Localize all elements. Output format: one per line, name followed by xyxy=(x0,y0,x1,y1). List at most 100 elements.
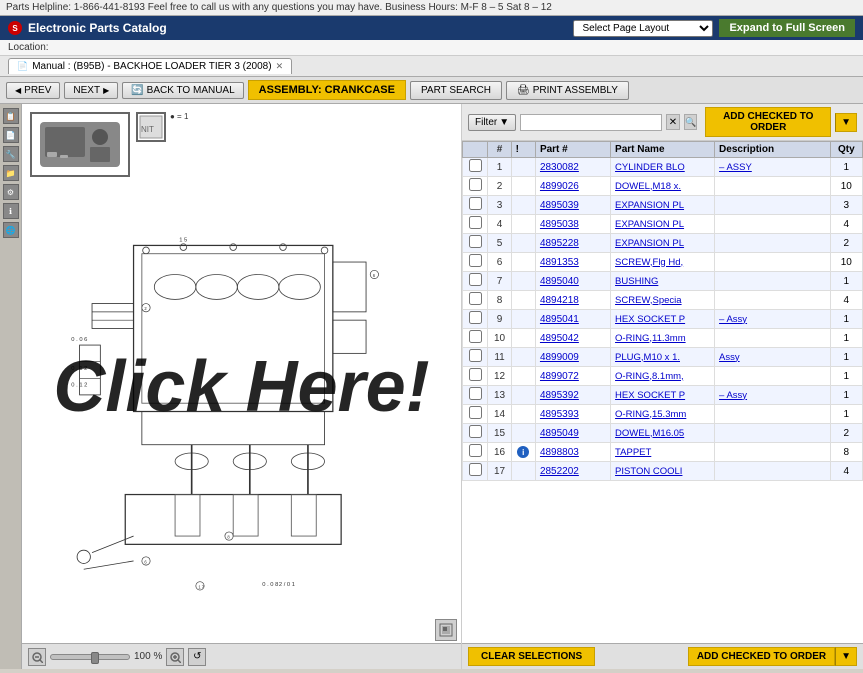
info-icon[interactable]: i xyxy=(517,446,529,458)
back-icon: 🔄 xyxy=(131,85,143,96)
sidebar-icon-7[interactable]: 🌐 xyxy=(3,222,19,238)
row-qty: 1 xyxy=(830,158,862,177)
row-num: 17 xyxy=(488,462,511,481)
row-checkbox[interactable] xyxy=(469,387,482,400)
row-checkbox[interactable] xyxy=(469,159,482,172)
part-num-link[interactable]: 4899072 xyxy=(540,371,579,382)
row-qty: 1 xyxy=(830,272,862,291)
row-checkbox[interactable] xyxy=(469,292,482,305)
part-num-link[interactable]: 4895038 xyxy=(540,219,579,230)
description-link[interactable]: – ASSY xyxy=(719,162,752,173)
part-name-link[interactable]: O-RING,11.3mm xyxy=(615,333,686,344)
row-checkbox[interactable] xyxy=(469,406,482,419)
description-link[interactable]: – Assy xyxy=(719,390,747,401)
part-name-link[interactable]: EXPANSION PL xyxy=(615,200,684,211)
row-qty: 2 xyxy=(830,234,862,253)
row-checkbox[interactable] xyxy=(469,463,482,476)
row-checkbox[interactable] xyxy=(469,273,482,286)
next-button[interactable]: NEXT xyxy=(64,82,118,99)
prev-button[interactable]: PREV xyxy=(6,82,60,99)
row-checkbox[interactable] xyxy=(469,444,482,457)
row-qty: 10 xyxy=(830,253,862,272)
part-name-link[interactable]: SCREW,Flg Hd, xyxy=(615,257,683,268)
row-part-num: 4895049 xyxy=(535,424,610,443)
add-checked-to-order-button[interactable]: ADD CHECKED TO ORDER xyxy=(705,107,831,137)
part-name-link[interactable]: HEX SOCKET P xyxy=(615,390,685,401)
part-name-link[interactable]: PLUG,M10 x 1. xyxy=(615,352,680,363)
part-num-link[interactable]: 4895042 xyxy=(540,333,579,344)
description-link[interactable]: Assy xyxy=(719,352,740,363)
row-checkbox[interactable] xyxy=(469,425,482,438)
row-checkbox[interactable] xyxy=(469,368,482,381)
part-num-link[interactable]: 4895393 xyxy=(540,409,579,420)
row-num: 13 xyxy=(488,386,511,405)
row-description: Assy xyxy=(715,348,831,367)
part-num-link[interactable]: 4895039 xyxy=(540,200,579,211)
part-num-link[interactable]: 4891353 xyxy=(540,257,579,268)
part-name-link[interactable]: DOWEL,M16.05 xyxy=(615,428,684,439)
part-num-link[interactable]: 4899026 xyxy=(540,181,579,192)
part-name-link[interactable]: SCREW,Specia xyxy=(615,295,682,306)
map-icon[interactable] xyxy=(435,619,457,641)
part-name-link[interactable]: EXPANSION PL xyxy=(615,219,684,230)
page-layout-select[interactable]: Select Page Layout xyxy=(573,20,713,37)
part-name-link[interactable]: O-RING,8.1mm, xyxy=(615,371,684,382)
part-num-link[interactable]: 4895228 xyxy=(540,238,579,249)
zoom-out-button[interactable] xyxy=(28,648,46,666)
part-num-link[interactable]: 4895049 xyxy=(540,428,579,439)
part-name-link[interactable]: O-RING,15.3mm xyxy=(615,409,686,420)
row-part-num: 4899072 xyxy=(535,367,610,386)
row-checkbox[interactable] xyxy=(469,254,482,267)
diagram-nav-refresh[interactable]: ↺ xyxy=(188,648,206,666)
row-checkbox[interactable] xyxy=(469,197,482,210)
part-name-link[interactable]: BUSHING xyxy=(615,276,658,287)
sidebar-icon-6[interactable]: ℹ xyxy=(3,203,19,219)
part-name-link[interactable]: DOWEL,M18 x. xyxy=(615,181,681,192)
sidebar-icon-2[interactable]: 📄 xyxy=(3,127,19,143)
part-name-link[interactable]: CYLINDER BLO xyxy=(615,162,685,173)
zoom-in-button[interactable] xyxy=(166,648,184,666)
part-num-link[interactable]: 4899009 xyxy=(540,352,579,363)
part-name-link[interactable]: HEX SOCKET P xyxy=(615,314,685,325)
sidebar-icon-3[interactable]: 🔧 xyxy=(3,146,19,162)
part-num-link[interactable]: 4895040 xyxy=(540,276,579,287)
part-name-link[interactable]: TAPPET xyxy=(615,447,651,458)
part-num-link[interactable]: 2852202 xyxy=(540,466,579,477)
filter-button[interactable]: Filter ▼ xyxy=(468,114,516,131)
clear-selections-button[interactable]: CLEAR SELECTIONS xyxy=(468,647,595,666)
add-checked-dropdown-button[interactable]: ▼ xyxy=(835,113,857,132)
row-checkbox[interactable] xyxy=(469,178,482,191)
add-checked-order-dropdown-bottom[interactable]: ▼ xyxy=(835,647,857,666)
print-assembly-button[interactable]: 🖨 PRINT ASSEMBLY xyxy=(506,81,629,100)
sidebar-icon-1[interactable]: 📋 xyxy=(3,108,19,124)
part-num-link[interactable]: 2830082 xyxy=(540,162,579,173)
sidebar-icon-5[interactable]: ⚙ xyxy=(3,184,19,200)
description-link[interactable]: – Assy xyxy=(719,314,747,325)
filter-search-button[interactable]: 🔍 xyxy=(684,114,698,130)
row-checkbox[interactable] xyxy=(469,235,482,248)
close-tab-icon[interactable]: ✕ xyxy=(276,61,284,72)
row-part-name: SCREW,Flg Hd, xyxy=(611,253,715,272)
filter-input[interactable] xyxy=(520,114,662,131)
add-checked-order-group: ADD CHECKED TO ORDER ▼ xyxy=(688,647,857,666)
zoom-slider-handle[interactable] xyxy=(91,652,99,664)
row-checkbox[interactable] xyxy=(469,330,482,343)
row-checkbox[interactable] xyxy=(469,349,482,362)
row-checkbox[interactable] xyxy=(469,216,482,229)
row-part-num: 4895040 xyxy=(535,272,610,291)
back-to-manual-button[interactable]: 🔄 BACK TO MANUAL xyxy=(122,82,243,99)
part-name-link[interactable]: PISTON COOLI xyxy=(615,466,682,477)
sidebar-icon-4[interactable]: 📁 xyxy=(3,165,19,181)
part-search-button[interactable]: PART SEARCH xyxy=(410,81,502,100)
manual-tab[interactable]: 📄 Manual : (B95B) - BACKHOE LOADER TIER … xyxy=(8,58,292,74)
part-num-link[interactable]: 4895392 xyxy=(540,390,579,401)
row-checkbox[interactable] xyxy=(469,311,482,324)
part-num-link[interactable]: 4898803 xyxy=(540,447,579,458)
part-num-link[interactable]: 4894218 xyxy=(540,295,579,306)
helpline-text: Parts Helpline: 1-866-441-8193 Feel free… xyxy=(6,2,552,13)
expand-fullscreen-button[interactable]: Expand to Full Screen xyxy=(719,19,855,37)
part-name-link[interactable]: EXPANSION PL xyxy=(615,238,684,249)
part-num-link[interactable]: 4895041 xyxy=(540,314,579,325)
add-checked-order-button-bottom[interactable]: ADD CHECKED TO ORDER xyxy=(688,647,835,666)
filter-clear-button[interactable]: ✕ xyxy=(666,114,680,130)
